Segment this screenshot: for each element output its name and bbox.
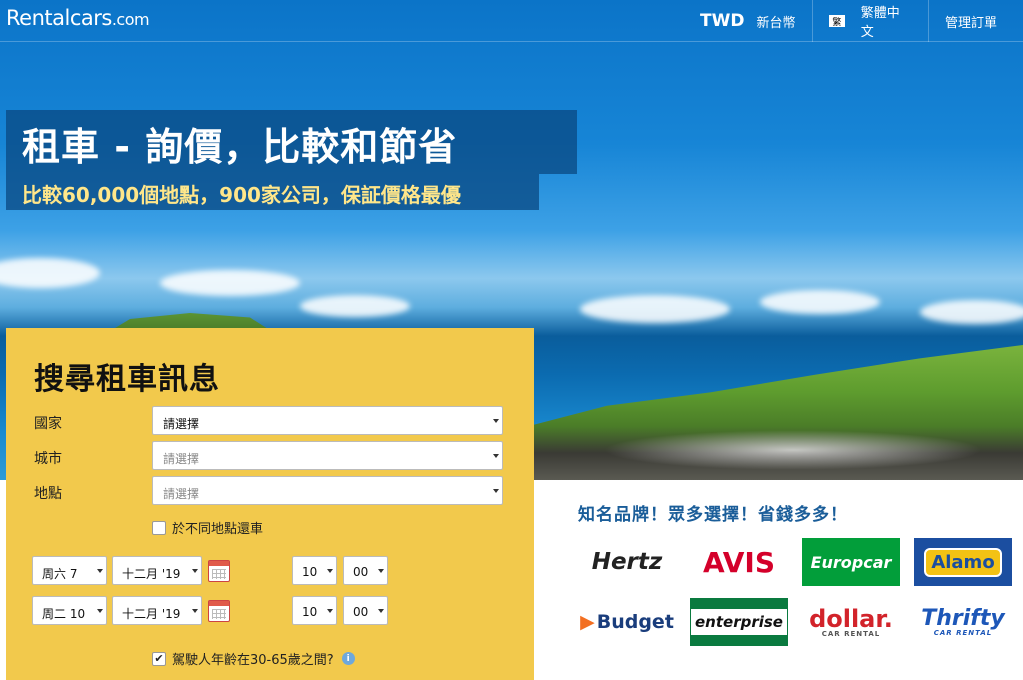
thrifty-subtext: CAR RENTAL [933,628,993,637]
alamo-text: Alamo [924,547,1002,577]
pickup-calendar-icon[interactable] [208,560,230,582]
language-flag-icon: 繁 [829,15,845,28]
chevron-down-icon [327,609,333,613]
cloud [300,295,410,317]
chevron-down-icon [493,489,499,493]
logo-suffix: .com [111,10,150,29]
different-return-option[interactable]: 於不同地點還車 [152,518,263,537]
location-select[interactable]: 請選擇 [152,476,503,505]
dollar-subtext: CAR RENTAL [821,629,881,638]
dropoff-minute-select[interactable]: 00 [343,596,388,625]
avis-logo: AVIS [690,538,788,586]
hertz-text: Hertz [591,549,663,575]
chevron-down-icon [378,569,384,573]
city-select[interactable]: 請選擇 [152,441,503,470]
location-label: 地點 [34,486,62,502]
pickup-month-select[interactable]: 十二月 '19 [112,556,202,585]
hero-subline: 比較60,000個地點，900家公司，保証價格最優 [6,174,539,210]
enterprise-text: enterprise [691,609,787,635]
currency-name: 新台幣 [756,15,796,31]
language-label: 繁體中文 [860,6,900,40]
info-icon[interactable]: i [341,652,355,665]
pickup-minute-select[interactable]: 00 [343,556,388,585]
surf [603,430,983,470]
pickup-month-value: 十二月 '19 [122,567,181,581]
rentalcars-logo[interactable]: Rentalcars.com [6,6,150,30]
top-navigation: Rentalcars.com TWD 新台幣 繁 繁體中文 管理訂單 [0,0,1023,42]
pickup-day-value: 周六 7 [42,567,78,581]
hertz-logo: Hertz [578,538,676,586]
city-label: 城市 [34,451,62,467]
chevron-down-icon [327,569,333,573]
chevron-down-icon [192,609,198,613]
language-selector[interactable]: 繁 繁體中文 [812,0,928,42]
brands-title: 知名品牌！眾多選擇！省錢多多！ [578,505,848,525]
dollar-text: dollar. [809,604,893,633]
dropoff-month-value: 十二月 '19 [122,607,181,621]
cloud [580,295,730,323]
europcar-logo: Europcar [802,538,900,586]
dropoff-hour-select[interactable]: 10 [292,596,337,625]
budget-text: Budget [596,611,674,633]
different-return-checkbox[interactable] [152,520,166,535]
chevron-down-icon [378,609,384,613]
pickup-day-select[interactable]: 周六 7 [32,556,107,585]
dropoff-day-value: 周二 10 [42,607,86,621]
logo-text: Rentalcars [6,6,112,30]
manage-booking-link[interactable]: 管理訂單 [928,0,1023,42]
driver-age-option[interactable]: ✔ 駕駛人年齡在30-65歲之間? i [152,649,355,668]
dropoff-month-select[interactable]: 十二月 '19 [112,596,202,625]
country-value: 請選擇 [163,417,200,431]
currency-code: TWD [700,11,745,31]
hero-headline: 租車 - 詢價，比較和節省 [6,110,577,174]
chevron-down-icon [97,609,103,613]
europcar-text: Europcar [810,552,892,572]
different-return-label: 於不同地點還車 [172,522,264,537]
cloud [920,300,1023,324]
country-label: 國家 [34,416,62,432]
cloud [0,258,100,288]
pickup-minute-value: 00 [353,565,369,579]
dropoff-hour-value: 10 [302,605,318,619]
budget-arrow-icon: ▶ [580,611,595,633]
city-value: 請選擇 [163,452,200,466]
cloud [760,290,880,314]
enterprise-logo: enterprise [690,598,788,646]
dropoff-minute-value: 00 [353,605,369,619]
driver-age-checkbox[interactable]: ✔ [152,651,166,666]
chevron-down-icon [493,454,499,458]
pickup-hour-select[interactable]: 10 [292,556,337,585]
dropoff-calendar-icon[interactable] [208,600,230,622]
search-panel: 搜尋租車訊息 國家 請選擇 城市 請選擇 地點 請選擇 於不同地點還車 周六 7… [6,328,534,680]
chevron-down-icon [493,419,499,423]
alamo-logo: Alamo [914,538,1012,586]
driver-age-label: 駕駛人年齡在30-65歲之間? [172,653,334,668]
cloud [160,270,300,296]
avis-text: AVIS [702,545,776,579]
location-value: 請選擇 [163,487,200,501]
chevron-down-icon [192,569,198,573]
thrifty-text: Thrifty [921,605,1005,631]
dropoff-day-select[interactable]: 周二 10 [32,596,107,625]
pickup-hour-value: 10 [302,565,318,579]
dollar-logo: dollar. CAR RENTAL [802,598,900,646]
chevron-down-icon [97,569,103,573]
country-select[interactable]: 請選擇 [152,406,503,435]
budget-logo: ▶ Budget [578,598,676,646]
manage-booking-label: 管理訂單 [945,15,998,31]
currency-selector[interactable]: TWD 新台幣 [684,0,811,42]
search-title: 搜尋租車訊息 [34,362,220,397]
thrifty-logo: Thrifty CAR RENTAL [914,598,1012,646]
